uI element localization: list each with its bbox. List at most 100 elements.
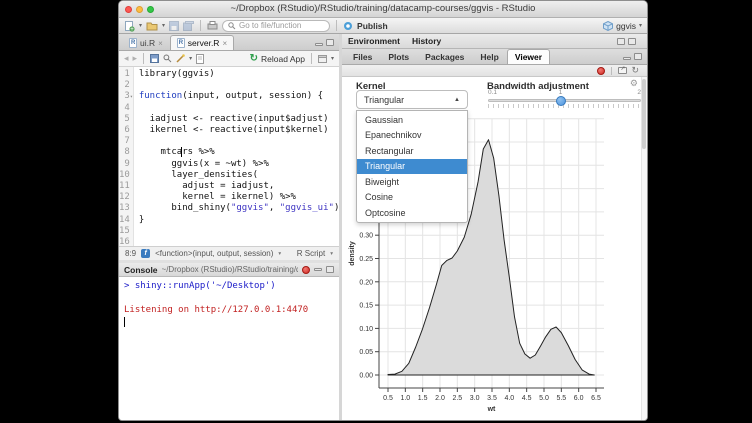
svg-text:0.10: 0.10 — [359, 326, 373, 333]
maximize-pane-icon[interactable] — [634, 53, 642, 60]
stop-app-icon[interactable] — [597, 67, 605, 75]
slider-ticks — [488, 104, 641, 108]
traffic-lights — [125, 6, 154, 13]
toolbar-divider — [336, 20, 337, 31]
line-number: 15 — [119, 226, 130, 237]
back-icon[interactable]: ◂ — [124, 53, 129, 64]
zoom-window-button[interactable] — [147, 6, 154, 13]
editor-status-bar: 8:9 f <function>(input, output, session)… — [119, 246, 339, 260]
print-button[interactable] — [207, 21, 218, 31]
fold-arrow-icon[interactable]: ▾ — [130, 92, 133, 103]
kernel-selected-value: Triangular — [364, 95, 404, 105]
environment-tabs: Environment History — [348, 36, 441, 46]
select-caret-icon: ▲ — [454, 97, 460, 103]
viewer-content: 0.51.01.52.02.53.03.54.04.55.05.56.06.50… — [342, 77, 647, 420]
close-window-button[interactable] — [125, 6, 132, 13]
console-cursor — [124, 317, 125, 327]
reload-app-button[interactable]: ↻ Reload App — [250, 53, 305, 64]
publish-button[interactable]: Publish — [357, 21, 388, 31]
svg-text:2.5: 2.5 — [452, 395, 462, 402]
forward-icon[interactable]: ▸ — [133, 53, 138, 64]
close-tab-icon[interactable]: × — [158, 39, 163, 48]
restore-pane-icon[interactable] — [617, 38, 625, 45]
code-line: library(ggvis) — [139, 69, 339, 80]
kernel-option-rectangular[interactable]: Rectangular — [357, 143, 467, 159]
tab-packages[interactable]: Packages — [417, 49, 472, 64]
minimize-console-icon[interactable] — [314, 268, 322, 271]
kernel-option-biweight[interactable]: Biweight — [357, 174, 467, 190]
console-working-directory: ~/Dropbox (RStudio)/RStudio/training/dat… — [162, 265, 298, 274]
svg-text:0.5: 0.5 — [383, 395, 393, 402]
svg-text:4.5: 4.5 — [522, 395, 532, 402]
kernel-option-cosine[interactable]: Cosine — [357, 190, 467, 206]
open-file-caret-icon[interactable]: ▾ — [162, 23, 165, 29]
kernel-select[interactable]: Triangular ▲ — [356, 90, 468, 109]
goto-file-search-box[interactable]: Go to file/function — [222, 20, 330, 32]
editor-tab-server.R[interactable]: server.R× — [170, 35, 234, 50]
console-message-line: Listening on http://127.0.0.1:4470 — [124, 304, 334, 316]
line-number: 14 — [119, 215, 130, 226]
svg-text:3.0: 3.0 — [470, 395, 480, 402]
tab-files[interactable]: Files — [345, 49, 380, 64]
line-number: 9 — [119, 159, 130, 170]
kernel-option-triangular[interactable]: Triangular — [357, 159, 467, 175]
code-tools-caret-icon[interactable]: ▾ — [189, 56, 192, 62]
viewer-toolbar: ↻ — [342, 65, 647, 77]
tab-help[interactable]: Help — [472, 49, 506, 64]
bandwidth-slider[interactable]: 0.1 1 2 — [488, 89, 641, 111]
svg-text:0.00: 0.00 — [359, 373, 373, 380]
line-number: 7 — [119, 136, 130, 147]
scope-selector[interactable]: <function>(input, output, session) — [155, 249, 273, 258]
open-file-button[interactable] — [146, 21, 158, 31]
save-button[interactable] — [169, 21, 179, 31]
maximize-console-icon[interactable] — [326, 266, 334, 273]
file-type-caret-icon: ▾ — [330, 251, 333, 257]
code-line — [139, 103, 339, 114]
svg-text:2.0: 2.0 — [435, 395, 445, 402]
console-output[interactable]: > shiny::runApp('~/Desktop') Listening o… — [119, 277, 339, 420]
tab-viewer[interactable]: Viewer — [507, 49, 550, 64]
find-icon[interactable] — [163, 54, 172, 63]
new-file-caret-icon[interactable]: ▾ — [139, 23, 142, 29]
tool-tab-bar: FilesPlotsPackagesHelpViewer — [342, 49, 647, 65]
new-file-button[interactable]: + — [124, 20, 135, 32]
file-type-selector[interactable]: R Script — [297, 249, 325, 258]
minimize-pane-icon[interactable] — [315, 43, 323, 46]
slider-handle[interactable] — [556, 96, 566, 106]
maximize-pane-icon[interactable] — [326, 39, 334, 46]
line-number: 13 — [119, 203, 130, 214]
maximize-pane-icon[interactable] — [628, 38, 636, 45]
tab-environment[interactable]: Environment — [348, 36, 400, 46]
gear-icon[interactable]: ⚙ — [630, 78, 638, 89]
minimize-pane-icon[interactable] — [623, 57, 631, 60]
code-tools-wand-icon[interactable] — [176, 54, 185, 63]
r-file-icon — [177, 38, 185, 48]
kernel-option-gaussian[interactable]: Gaussian — [357, 112, 467, 128]
line-number: 10 — [119, 170, 130, 181]
save-document-button[interactable] — [150, 54, 159, 63]
tab-label: ui.R — [140, 38, 155, 48]
run-options-icon[interactable] — [318, 55, 327, 63]
stop-icon[interactable] — [302, 266, 310, 274]
minimize-window-button[interactable] — [136, 6, 143, 13]
kernel-option-epanechnikov[interactable]: Epanechnikov — [357, 128, 467, 144]
save-all-button[interactable] — [183, 21, 194, 31]
open-in-new-window-icon[interactable] — [618, 67, 627, 74]
reload-icon: ↻ — [250, 53, 258, 64]
line-number: 8 — [119, 147, 130, 158]
tab-plots[interactable]: Plots — [380, 49, 417, 64]
compile-report-icon[interactable] — [196, 54, 204, 64]
svg-text:0.30: 0.30 — [359, 233, 373, 240]
code-editor[interactable]: 123▾45678910111213141516 library(ggvis) … — [119, 67, 339, 246]
refresh-icon[interactable]: ↻ — [631, 66, 639, 75]
svg-text:1.5: 1.5 — [418, 395, 428, 402]
svg-text:1.0: 1.0 — [400, 395, 410, 402]
tab-history[interactable]: History — [412, 36, 441, 46]
project-cube-icon — [603, 21, 613, 31]
project-menu[interactable]: ggvis ▾ — [603, 21, 642, 31]
svg-text:0.25: 0.25 — [359, 256, 373, 263]
kernel-option-optcosine[interactable]: Optcosine — [357, 205, 467, 221]
close-tab-icon[interactable]: × — [222, 39, 227, 48]
editor-tab-ui.R[interactable]: ui.R× — [122, 35, 170, 50]
run-options-caret-icon[interactable]: ▾ — [331, 56, 334, 62]
